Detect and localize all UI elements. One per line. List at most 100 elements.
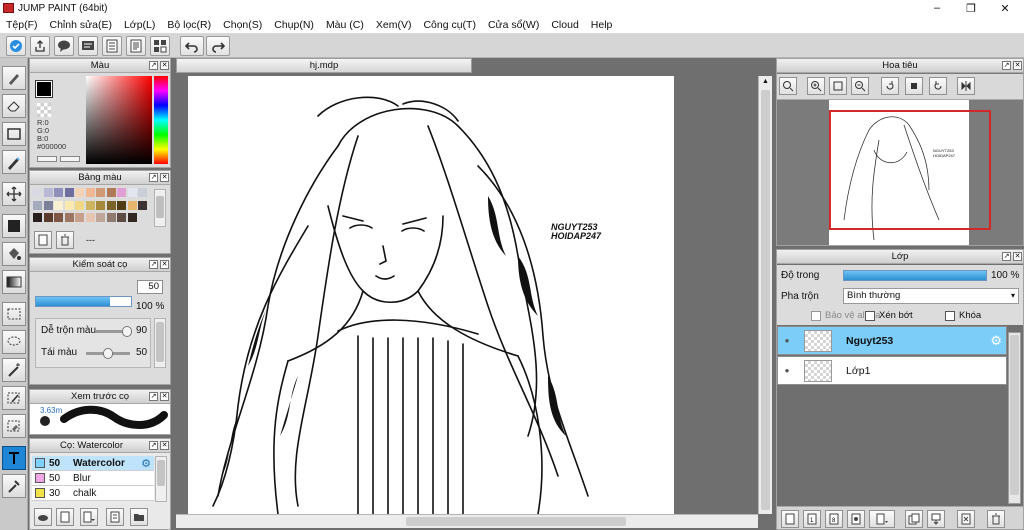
- nav-zoom-fit-button[interactable]: [779, 77, 797, 95]
- gear-icon[interactable]: ⚙: [990, 333, 1002, 349]
- brush-list-item[interactable]: 50 Blur: [32, 471, 154, 486]
- new-layer-button[interactable]: [781, 510, 799, 528]
- menu-window[interactable]: Cửa sổ(W): [482, 19, 545, 31]
- brush-size-value[interactable]: 50: [137, 280, 163, 294]
- palette-swatch[interactable]: [127, 200, 137, 210]
- layer-close-icon[interactable]: ✕: [1013, 252, 1022, 261]
- nav-rotate-right-button[interactable]: [929, 77, 947, 95]
- preview-close-icon[interactable]: ✕: [160, 392, 169, 401]
- canvas-horizontal-scrollbar[interactable]: [176, 514, 758, 528]
- mix-slider[interactable]: [96, 326, 132, 337]
- palette-popout-icon[interactable]: ↗: [149, 173, 158, 182]
- preview-popout-icon[interactable]: ↗: [149, 392, 158, 401]
- menu-select[interactable]: Chọn(S): [217, 19, 268, 31]
- foreground-color-swatch[interactable]: [36, 81, 52, 97]
- page-button[interactable]: [102, 36, 122, 56]
- pen-tool[interactable]: [2, 150, 26, 174]
- brush-list-item[interactable]: 50 Watercolor ⚙: [32, 456, 154, 471]
- bucket-tool[interactable]: [2, 242, 26, 266]
- saturation-value-picker[interactable]: [86, 76, 152, 164]
- gradient-tool[interactable]: [2, 270, 26, 294]
- palette-swatch[interactable]: [85, 213, 95, 223]
- layer-add-menu-button[interactable]: [869, 510, 895, 528]
- navigator-close-icon[interactable]: ✕: [1013, 61, 1022, 70]
- selection-check-button[interactable]: [6, 36, 26, 56]
- fill-rect-tool[interactable]: [2, 214, 26, 238]
- magic-wand-tool[interactable]: [2, 358, 26, 382]
- layer-item[interactable]: ● Nguyt253 ⚙: [777, 326, 1007, 355]
- brush-control-scrollbar[interactable]: [154, 318, 166, 368]
- menu-cloud[interactable]: Cloud: [545, 19, 584, 31]
- redo-button[interactable]: [206, 36, 230, 56]
- navigator-view-rectangle[interactable]: [829, 110, 991, 230]
- palette-delete-button[interactable]: [56, 231, 74, 249]
- nav-zoom-in-button[interactable]: [807, 77, 825, 95]
- grid-button[interactable]: [150, 36, 170, 56]
- brush-list-scrollbar[interactable]: [155, 456, 167, 502]
- clear-layer-button[interactable]: [957, 510, 975, 528]
- palette-swatch[interactable]: [33, 188, 42, 197]
- brush-list-popout-icon[interactable]: ↗: [149, 441, 158, 450]
- minimize-button[interactable]: –: [920, 0, 954, 16]
- palette-swatch[interactable]: [75, 188, 84, 197]
- select-rect-tool[interactable]: [2, 122, 26, 146]
- gear-icon[interactable]: ⚙: [141, 457, 151, 470]
- layer-item[interactable]: ● Lớp1: [777, 356, 1007, 385]
- nav-rotate-left-button[interactable]: [881, 77, 899, 95]
- palette-new-button[interactable]: [34, 231, 52, 249]
- transparent-color-swatch[interactable]: [37, 103, 51, 117]
- protect-alpha-checkbox[interactable]: [811, 310, 821, 321]
- delete-layer-button[interactable]: [987, 510, 1005, 528]
- menu-help[interactable]: Help: [585, 19, 619, 31]
- palette-swatch[interactable]: [127, 188, 137, 197]
- palette-swatch[interactable]: [85, 200, 95, 210]
- brush-control-popout-icon[interactable]: ↗: [149, 260, 158, 269]
- close-button[interactable]: ✕: [988, 0, 1022, 16]
- palette-swatch[interactable]: [85, 188, 95, 197]
- palette-swatch[interactable]: [43, 200, 53, 210]
- drawing-canvas[interactable]: NGUYT253 HOIDAP247: [188, 76, 674, 514]
- palette-swatch[interactable]: [75, 213, 84, 223]
- menu-edit[interactable]: Chỉnh sửa(E): [44, 19, 118, 31]
- palette-swatch[interactable]: [33, 200, 42, 210]
- select-eraser-tool[interactable]: [2, 414, 26, 438]
- palette-swatch[interactable]: [117, 213, 126, 223]
- menu-layer[interactable]: Lớp(L): [118, 19, 161, 31]
- palette-swatch[interactable]: [117, 188, 126, 197]
- brush-folder-button[interactable]: [130, 508, 148, 526]
- clipping-option[interactable]: Xén bớt: [865, 310, 913, 321]
- maximize-button[interactable]: ❐: [954, 0, 988, 16]
- color-panel-popout-icon[interactable]: ↗: [149, 61, 158, 70]
- new-layer-1bit-button[interactable]: 1: [803, 510, 821, 528]
- palette-swatch[interactable]: [138, 188, 147, 197]
- eraser-tool[interactable]: [2, 94, 26, 118]
- palette-swatch[interactable]: [75, 200, 84, 210]
- resupply-slider-knob[interactable]: [103, 348, 113, 359]
- visibility-icon[interactable]: ●: [780, 366, 794, 375]
- palette-swatch[interactable]: [54, 213, 63, 223]
- palette-swatch[interactable]: [54, 200, 63, 210]
- comment-button[interactable]: [54, 36, 74, 56]
- marquee-tool[interactable]: [2, 302, 26, 326]
- nav-reset-rotate-button[interactable]: [905, 77, 923, 95]
- palette-scrollbar[interactable]: [154, 189, 166, 227]
- brush-size-slider[interactable]: [35, 296, 132, 307]
- canvas-vertical-scrollbar[interactable]: ▲: [758, 76, 772, 514]
- brush-list-close-icon[interactable]: ✕: [160, 441, 169, 450]
- menu-tools[interactable]: Công cụ(T): [417, 19, 482, 31]
- brush-tool[interactable]: [2, 66, 26, 90]
- document-list-button[interactable]: [126, 36, 146, 56]
- palette-swatch[interactable]: [64, 188, 74, 197]
- brush-list-item[interactable]: 30 chalk: [32, 486, 154, 501]
- menu-file[interactable]: Tệp(F): [0, 19, 44, 31]
- palette-close-icon[interactable]: ✕: [160, 173, 169, 182]
- resupply-slider[interactable]: [86, 348, 130, 359]
- select-pen-tool[interactable]: [2, 386, 26, 410]
- merge-layer-button[interactable]: [927, 510, 945, 528]
- brush-cloud-button[interactable]: [34, 508, 52, 526]
- layer-opacity-slider[interactable]: [843, 270, 987, 281]
- undo-button[interactable]: [180, 36, 204, 56]
- palette-swatch[interactable]: [33, 213, 42, 223]
- document-tab[interactable]: hj.mdp: [176, 58, 472, 73]
- palette-swatch[interactable]: [96, 213, 105, 223]
